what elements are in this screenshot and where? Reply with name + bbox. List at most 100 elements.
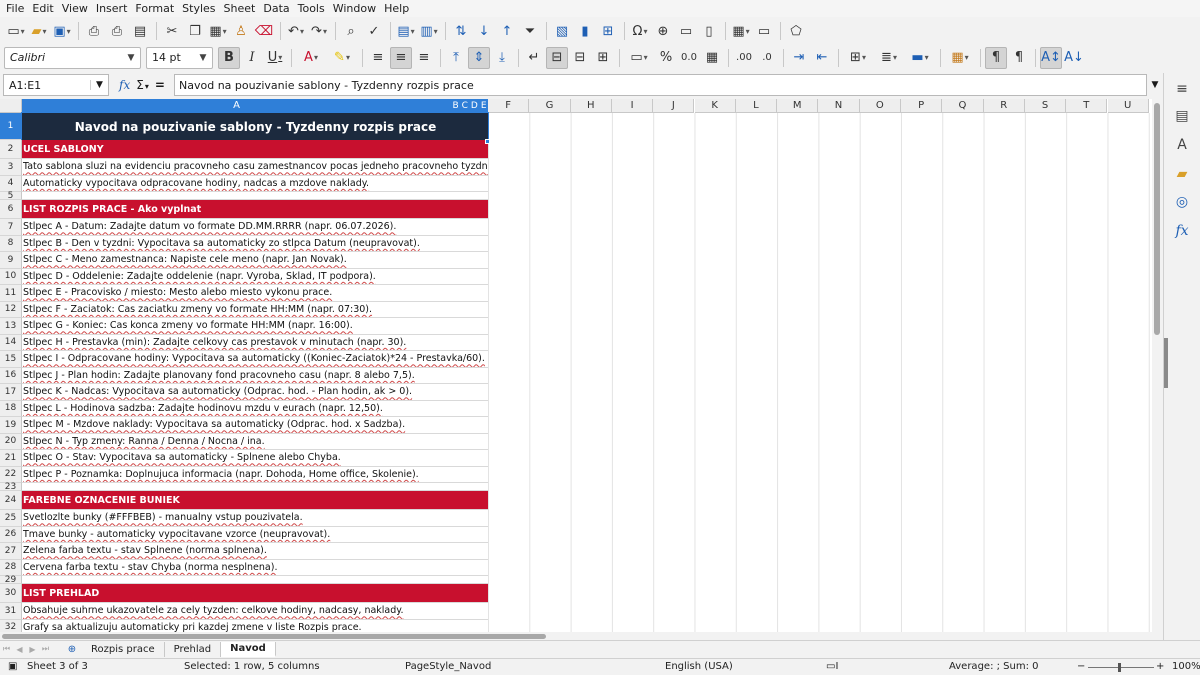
row-header[interactable]: 31 [0,603,22,620]
add-decimal-button[interactable]: .00 [733,47,755,69]
column-header-j[interactable]: J [653,99,695,113]
section-header-cell[interactable]: LIST PREHLAD [22,584,488,603]
name-box[interactable]: A1:E1 ▼ [3,74,109,96]
export-pdf-icon[interactable]: ⎙ [83,20,105,42]
text-cell[interactable]: Stlpec M - Mzdove naklady: Vypocitava sa… [22,417,488,434]
menu-window[interactable]: Window [332,2,383,15]
horizontal-scrollbar[interactable] [0,632,1152,640]
align-left-icon[interactable]: ≡ [367,47,389,69]
tab-prehlad[interactable]: Prehlad [165,641,222,657]
row-icon[interactable]: ▤ [395,20,417,42]
highlight-color-icon[interactable]: ✎ [327,47,357,69]
increase-indent-icon[interactable]: ⇥ [788,47,810,69]
text-cell[interactable]: Stlpec J - Plan hodin: Zadajte planovany… [22,368,488,384]
zoom-out-icon[interactable]: − [1077,661,1085,672]
row-header[interactable]: 20 [0,433,22,450]
row-header[interactable]: 32 [0,619,22,632]
print-icon[interactable]: ⎙ [106,20,128,42]
percent-format-button[interactable]: % [655,47,677,69]
column-header-m[interactable]: M [777,99,819,113]
save-icon[interactable]: ▣ [51,20,73,42]
row-header[interactable]: 19 [0,417,22,434]
prev-sheet-icon[interactable]: ◀ [13,645,26,654]
title-cell[interactable]: Navod na pouzivanie sablony - Tyzdenny r… [21,112,489,141]
row-header[interactable]: 9 [0,252,22,269]
sidebar-menu-icon[interactable]: ≡ [1172,79,1192,99]
expand-formula-icon[interactable]: ▼ [1147,74,1163,96]
properties-icon[interactable]: ▤ [1172,106,1192,126]
text-cell[interactable]: Stlpec B - Den v tyzdni: Vypocitava sa a… [22,236,488,252]
zoom-level[interactable]: 100% [1172,661,1200,672]
text-cell[interactable]: Grafy sa aktualizuju automaticky pri kaz… [22,620,488,632]
row-header[interactable]: 5 [0,191,22,201]
text-cell[interactable] [22,192,488,200]
header-footer-icon[interactable]: ▯ [698,20,720,42]
column-header-s[interactable]: S [1024,99,1067,113]
insert-chart-icon[interactable]: ▮ [574,20,596,42]
font-size-box[interactable]: 14 pt ▼ [146,46,213,69]
navigator-icon[interactable]: ◎ [1172,192,1192,212]
column-header-h[interactable]: H [570,99,612,113]
italic-button[interactable]: I [241,47,263,69]
row-header[interactable]: 17 [0,384,22,401]
save-status-icon[interactable]: ▣ [8,661,17,672]
select-all-corner[interactable] [0,99,22,113]
menu-file[interactable]: File [5,2,31,15]
text-cell[interactable]: Stlpec E - Pracovisko / miesto: Mesto al… [22,285,488,302]
row-header[interactable]: 6 [0,200,22,219]
chevron-down-icon[interactable]: ▼ [194,53,212,63]
align-right-icon[interactable]: ≡ [413,47,435,69]
text-cell[interactable]: Stlpec O - Stav: Vypocitava sa automatic… [22,450,488,467]
zoom-slider-knob[interactable] [1118,663,1121,672]
empty-cell-area[interactable] [488,113,1152,632]
tab-rozpis-prace[interactable]: Rozpis prace [82,641,165,657]
special-character-icon[interactable]: Ω [629,20,651,42]
merge-center-icon[interactable]: ⊟ [546,46,568,69]
font-color-icon[interactable]: A [296,47,326,69]
sort-ascending-icon[interactable]: ↓ [473,20,495,42]
row-header[interactable]: 3 [0,159,22,176]
align-top-icon[interactable]: ⤒ [445,47,467,69]
sidebar-collapse-handle[interactable] [1164,338,1168,388]
right-to-left-icon[interactable]: ¶ [1008,47,1030,69]
row-header[interactable]: 11 [0,285,22,302]
add-sheet-icon[interactable]: ⊕ [62,644,82,655]
horizontal-scroll-thumb[interactable] [2,634,546,639]
last-sheet-icon[interactable]: ⏭ [39,644,52,654]
column-icon[interactable]: ▥ [418,20,440,42]
menu-styles[interactable]: Styles [181,2,222,15]
row-header[interactable]: 14 [0,334,22,351]
number-format-button[interactable]: 0.0 [678,47,700,69]
page-style[interactable]: PageStyle_Navod [405,661,491,672]
menu-format[interactable]: Format [134,2,181,15]
column-header-u[interactable]: U [1107,99,1149,113]
text-cell[interactable]: Stlpec F - Zaciatok: Cas zaciatku zmeny … [22,302,488,318]
autofilter-icon[interactable]: ⏷ [519,20,541,42]
comment-icon[interactable]: ▭ [675,20,697,42]
align-center-icon[interactable]: ≡ [390,46,412,69]
row-header[interactable]: 1 [0,113,22,140]
text-cell[interactable]: Stlpec A - Datum: Zadajte datum vo forma… [22,219,488,236]
column-header-t[interactable]: T [1066,99,1108,113]
column-header-b[interactable]: B [452,101,458,111]
text-cell[interactable] [22,483,488,491]
wrap-text-icon[interactable]: ↵ [523,47,545,69]
hyperlink-icon[interactable]: ⊕ [652,20,674,42]
name-box-value[interactable]: A1:E1 [4,79,90,92]
underline-button[interactable]: U [264,47,286,69]
tab-navod[interactable]: Navod [221,641,276,657]
chevron-down-icon[interactable]: ▼ [122,53,140,63]
left-to-right-icon[interactable]: ¶ [985,46,1007,69]
date-format-icon[interactable]: ▦ [701,47,723,69]
zoom-in-icon[interactable]: + [1156,661,1164,672]
row-header[interactable]: 27 [0,543,22,560]
copy-icon[interactable]: ❐ [184,20,206,42]
merge-cells-icon[interactable]: ⊟ [569,47,591,69]
undo-icon[interactable]: ↶ [285,20,307,42]
currency-format-icon[interactable]: ▭ [624,47,654,69]
column-header-a[interactable]: A [22,99,451,113]
column-header-l[interactable]: L [735,99,778,113]
text-cell[interactable]: Stlpec H - Prestavka (min): Zadajte celk… [22,335,488,351]
text-cell[interactable]: Svetlozlte bunky (#FFFBEB) - manualny vs… [22,510,488,527]
column-header-g[interactable]: G [529,99,571,113]
